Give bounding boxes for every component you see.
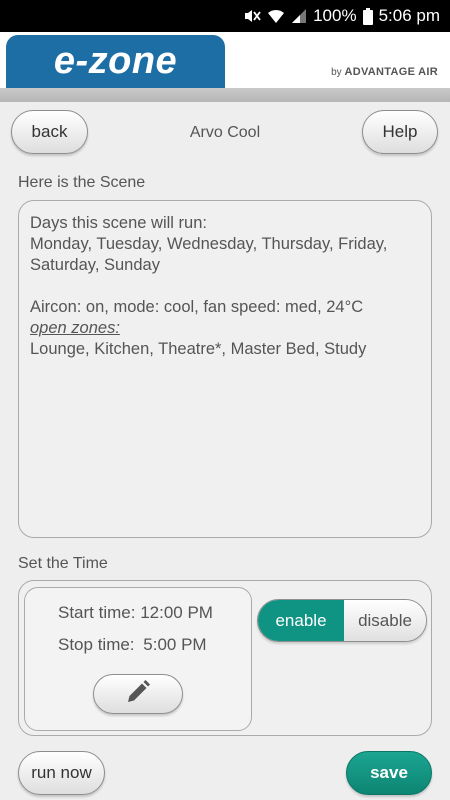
signal-icon — [291, 8, 307, 24]
time-section-label: Set the Time — [18, 555, 108, 572]
wifi-icon — [267, 8, 285, 24]
start-time-value: 12:00 PM — [140, 603, 213, 622]
edit-time-button[interactable] — [93, 674, 183, 714]
status-time: 5:06 pm — [378, 6, 440, 25]
start-time-row: Start time: 12:00 PM — [58, 603, 213, 623]
logo-text: e-zone — [53, 40, 178, 82]
stop-time-value: 5:00 PM — [143, 635, 207, 654]
back-button[interactable]: back — [11, 110, 88, 154]
run-now-button[interactable]: run now — [18, 751, 105, 795]
start-time-label: Start time: — [58, 603, 136, 622]
stop-time-label: Stop time: — [58, 635, 135, 654]
page-title: Arvo Cool — [189, 124, 261, 141]
pencil-icon — [125, 679, 151, 710]
status-icons: 100% 5:06 pm — [243, 6, 440, 26]
battery-icon — [362, 7, 373, 25]
mute-icon — [243, 8, 261, 24]
stop-time-row: Stop time: 5:00 PM — [58, 635, 207, 655]
aircon-summary: Aircon: on, mode: cool, fan speed: med, … — [30, 298, 364, 316]
header-divider — [0, 88, 450, 102]
byline-prefix: by — [331, 67, 342, 78]
days-line-2: Saturday, Sunday — [30, 256, 160, 274]
ezone-logo: e-zone — [6, 35, 225, 88]
help-button[interactable]: Help — [362, 110, 438, 154]
brand-byline: by ADVANTAGE AIR — [331, 66, 438, 78]
open-zones-list: Lounge, Kitchen, Theatre*, Master Bed, S… — [30, 340, 367, 358]
save-button[interactable]: save — [346, 751, 432, 795]
status-bar: 100% 5:06 pm — [0, 0, 450, 32]
disable-button[interactable]: disable — [344, 600, 426, 641]
open-zones-heading: open zones: — [30, 319, 120, 337]
days-line-1: Monday, Tuesday, Wednesday, Thursday, Fr… — [30, 235, 388, 253]
scene-summary-box: Days this scene will run: Monday, Tuesda… — [18, 200, 432, 538]
scene-section-label: Here is the Scene — [18, 174, 146, 191]
enable-button[interactable]: enable — [258, 600, 344, 641]
days-heading: Days this scene will run: — [30, 214, 207, 232]
enable-disable-toggle: enable disable — [257, 599, 427, 642]
byline-brand: ADVANTAGE AIR — [344, 66, 438, 78]
battery-percent: 100% — [313, 6, 357, 25]
app-header: e-zone by ADVANTAGE AIR — [0, 32, 450, 88]
